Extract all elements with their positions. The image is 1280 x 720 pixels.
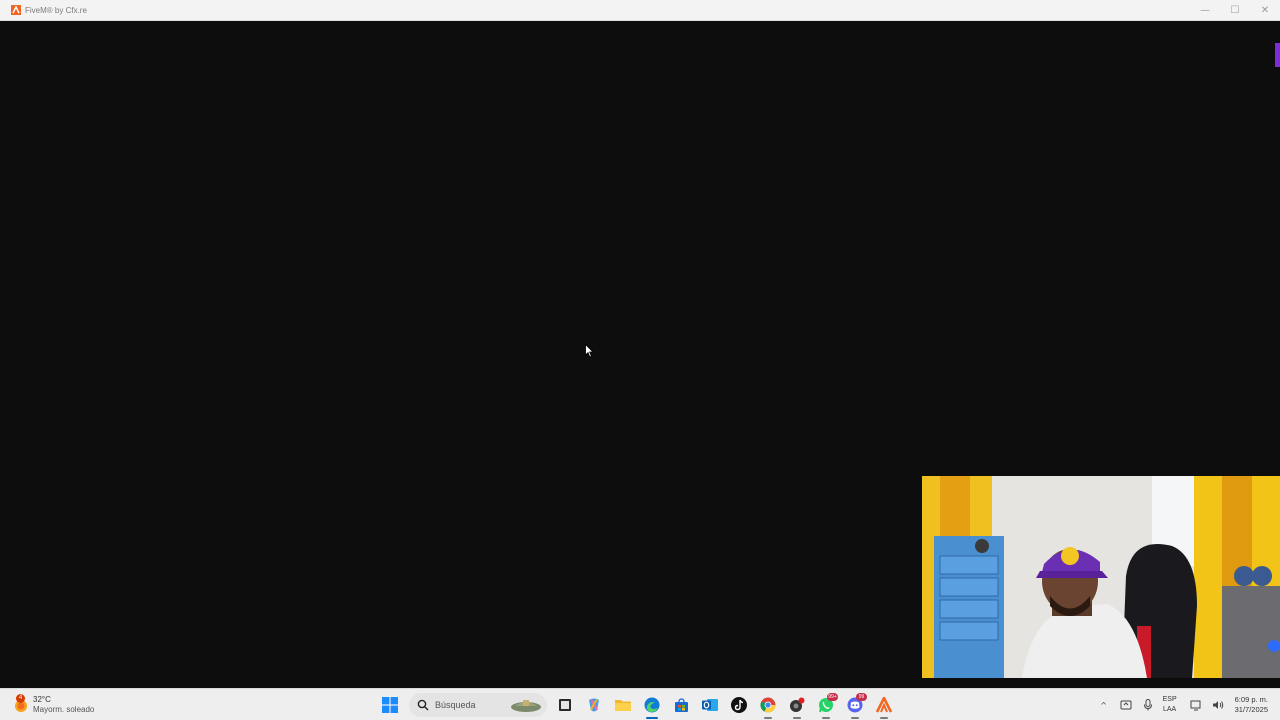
task-view-button[interactable] — [553, 693, 577, 717]
close-button[interactable]: ✕ — [1250, 0, 1280, 21]
window-controls: — ☐ ✕ — [1190, 0, 1280, 21]
chrome-button[interactable] — [756, 693, 780, 719]
taskbar-apps: 99+ 99 — [378, 692, 901, 719]
show-hidden-icons-button[interactable]: ^ — [1095, 696, 1113, 714]
system-clock[interactable]: 6:09 p. m. 31/7/2025 — [1235, 695, 1268, 715]
minimize-button[interactable]: — — [1190, 0, 1220, 21]
discord-button[interactable]: 99 — [843, 693, 867, 719]
mouse-cursor-icon — [585, 344, 594, 358]
task-view-icon — [559, 699, 571, 711]
search-input[interactable] — [435, 700, 515, 710]
edge-icon — [644, 697, 660, 713]
language-indicator[interactable]: ESP LAA — [1163, 695, 1177, 715]
whatsapp-badge: 99+ — [827, 693, 838, 701]
tiktok-icon — [731, 697, 747, 713]
outlook-button[interactable] — [698, 693, 722, 717]
language-code: ESP — [1162, 696, 1177, 703]
fivem-button[interactable] — [872, 693, 896, 719]
webcam-overlay — [922, 476, 1280, 678]
edge-button[interactable] — [640, 693, 664, 719]
whatsapp-button[interactable]: 99+ — [814, 693, 838, 719]
taskbar-search[interactable] — [409, 693, 547, 717]
microphone-icon[interactable] — [1139, 696, 1157, 714]
store-button[interactable] — [669, 693, 693, 717]
folder-icon — [615, 700, 631, 711]
app-icon — [790, 697, 805, 712]
keyboard-layout: LAA — [1163, 706, 1177, 713]
discord-badge: 99 — [856, 693, 867, 701]
window-title: FiveM® by Cfx.re — [25, 5, 87, 15]
app-red-button[interactable] — [785, 693, 809, 719]
chrome-icon — [760, 697, 776, 713]
maximize-button[interactable]: ☐ — [1220, 0, 1250, 21]
clock-time: 6:09 p. m. — [1234, 695, 1268, 704]
sync-icon[interactable] — [1117, 696, 1135, 714]
copilot-icon — [589, 698, 599, 712]
accent-indicator — [1275, 43, 1280, 67]
volume-icon[interactable] — [1209, 696, 1227, 714]
taskbar: 4 32°C Mayorm. soleado Búsqueda 99+ 99 ^… — [0, 688, 1280, 720]
start-button[interactable] — [378, 693, 402, 717]
sun-icon: 4 — [12, 694, 30, 714]
weather-temperature: 32°C — [33, 695, 51, 704]
search-highlight-icon — [511, 700, 541, 712]
fivem-icon — [876, 697, 892, 713]
weather-widget[interactable]: 4 32°C Mayorm. soleado — [12, 692, 94, 718]
outlook-icon — [702, 699, 718, 711]
weather-badge: 4 — [16, 694, 25, 703]
copilot-button[interactable] — [582, 693, 606, 717]
clock-date: 31/7/2025 — [1234, 705, 1268, 714]
weather-description: Mayorm. soleado — [33, 705, 95, 714]
fivem-logo-icon — [11, 5, 21, 15]
system-tray: ^ ESP LAA 6:09 p. m. 31/7/2025 — [1093, 689, 1280, 720]
windows-icon — [382, 697, 398, 713]
search-icon — [417, 699, 429, 711]
network-icon[interactable] — [1187, 696, 1205, 714]
store-icon — [674, 697, 688, 712]
window-titlebar[interactable]: FiveM® by Cfx.re — ☐ ✕ — [0, 0, 1280, 21]
file-explorer-button[interactable] — [611, 693, 635, 717]
tiktok-button[interactable] — [727, 693, 751, 717]
